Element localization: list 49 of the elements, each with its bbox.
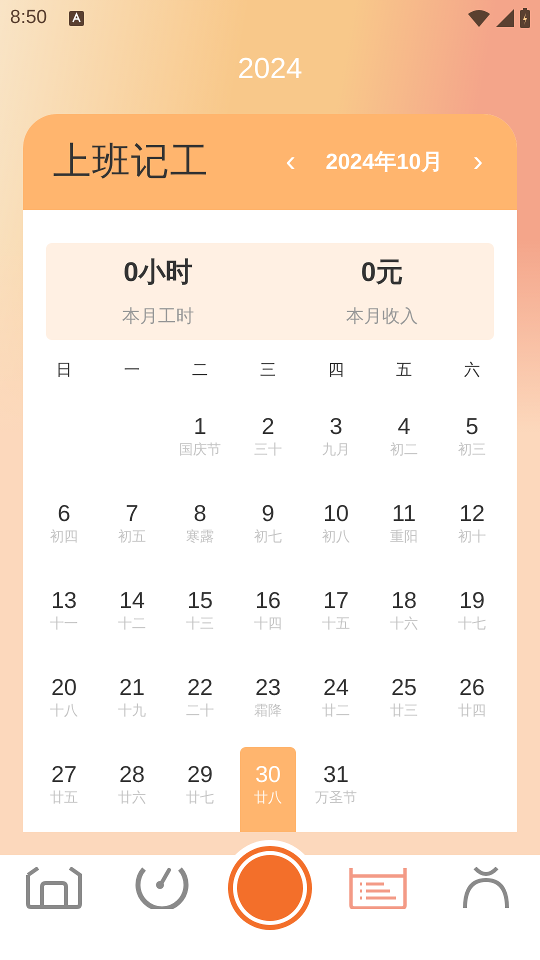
- weekday-label: 五: [395, 361, 413, 381]
- day-cell[interactable]: 27 廿五: [36, 745, 92, 832]
- day-cell[interactable]: 24 廿二: [308, 658, 364, 745]
- day-cell[interactable]: 20 十八: [36, 658, 92, 745]
- day-cell[interactable]: 1 国庆节: [172, 397, 228, 484]
- day-cell[interactable]: 21 十九: [104, 658, 160, 745]
- summary-label: 本月收入: [346, 305, 418, 328]
- day-cell[interactable]: 12 初十: [444, 484, 500, 571]
- day-cell[interactable]: 6 初四: [36, 484, 92, 571]
- day-cell[interactable]: 15 十三: [172, 571, 228, 658]
- day-cell[interactable]: 13 十一: [36, 571, 92, 658]
- weekday-label: 六: [463, 360, 481, 381]
- wifi-icon: [468, 9, 490, 27]
- day-cell[interactable]: 31 万圣节: [308, 745, 364, 832]
- day-cell[interactable]: 17 十五: [308, 571, 364, 658]
- day-cell[interactable]: 7 初五: [104, 484, 160, 571]
- day-cell[interactable]: 23 霜降: [240, 658, 296, 745]
- day-cell[interactable]: 8 寒露: [172, 484, 228, 571]
- day-cell[interactable]: 16 十四: [240, 571, 296, 658]
- year-label: 2024: [236, 53, 304, 87]
- day-cell[interactable]: 19 十七: [444, 571, 500, 658]
- summary-value: 0小时: [123, 256, 193, 290]
- month-label: 2024年10月: [326, 148, 443, 176]
- weekday-label: 四: [327, 361, 345, 381]
- keyboard-icon: [68, 10, 84, 26]
- day-cell[interactable]: 14 十二: [104, 571, 160, 658]
- summary-label: 本月工时: [122, 305, 194, 328]
- weekday-label: 一: [123, 361, 141, 381]
- weekday-label: 三: [259, 361, 277, 381]
- battery-icon: [520, 8, 530, 28]
- day-cell[interactable]: 9 初七: [240, 484, 296, 571]
- day-cell[interactable]: 3 九月: [308, 397, 364, 484]
- day-cell[interactable]: 25 廿三: [376, 658, 432, 745]
- day-cell[interactable]: 29 廿七: [172, 745, 228, 832]
- signal-icon: [496, 9, 514, 27]
- app-title: 上班记工: [53, 140, 209, 186]
- day-cell[interactable]: 11 重阳: [376, 484, 432, 571]
- day-cell[interactable]: 26 廿四: [444, 658, 500, 745]
- day-cell[interactable]: 2 三十: [240, 397, 296, 484]
- summary-value: 0元: [360, 256, 404, 290]
- day-cell[interactable]: 10 初八: [308, 484, 364, 571]
- day-cell[interactable]: 22 二十: [172, 658, 228, 745]
- weekday-label: 二: [191, 361, 209, 381]
- weekday-label: 日: [55, 361, 73, 381]
- status-time: 8:50: [10, 7, 47, 29]
- day-cell[interactable]: 18 十六: [376, 571, 432, 658]
- day-cell[interactable]: 4 初二: [376, 397, 432, 484]
- day-cell[interactable]: 28 廿六: [104, 745, 160, 832]
- day-cell[interactable]: 5 初三: [444, 397, 500, 484]
